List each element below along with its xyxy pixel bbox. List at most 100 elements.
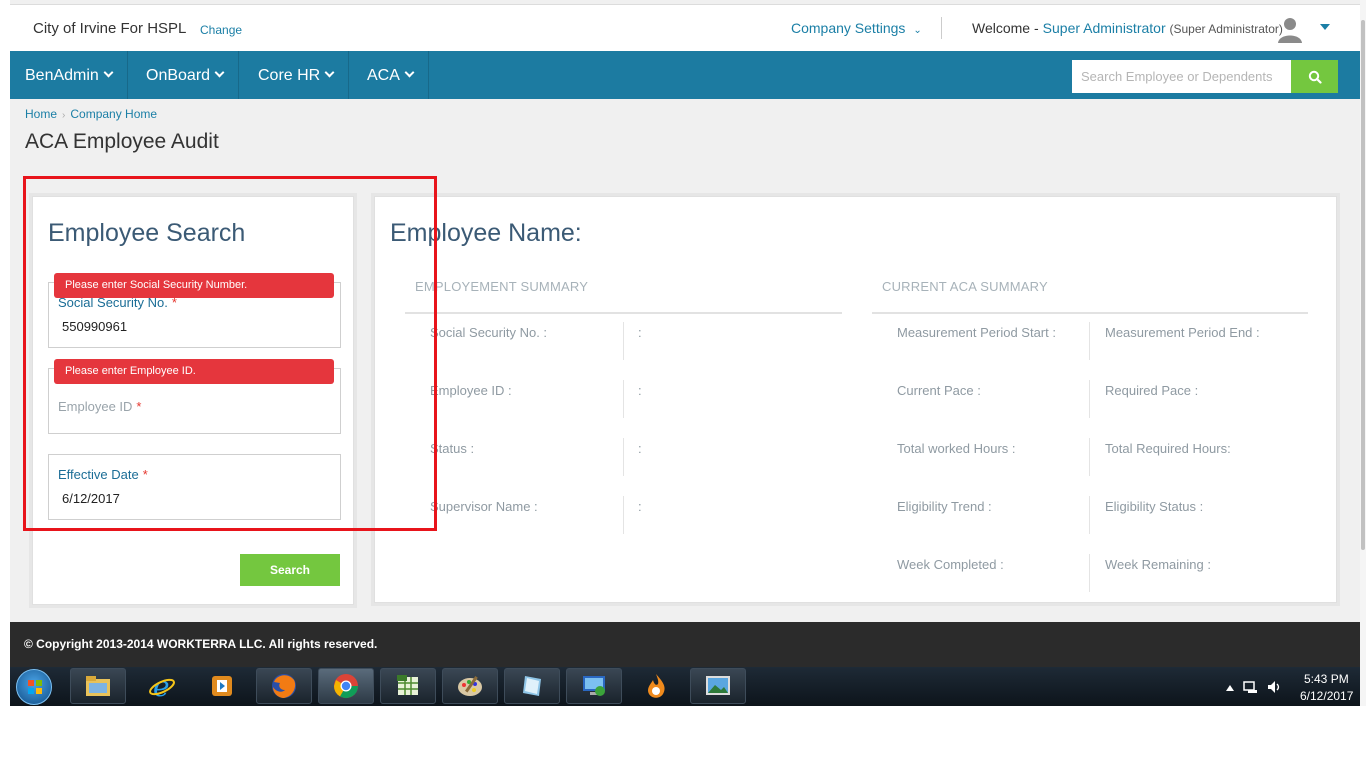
taskbar-photo-viewer[interactable] [690, 668, 746, 704]
firefox-icon [272, 674, 296, 698]
required-mark: * [142, 467, 148, 482]
top-header: City of Irvine For HSPL Change Company S… [10, 4, 1360, 51]
effective-date-field[interactable]: Effective Date * 6/12/2017 [48, 454, 341, 520]
chrome-icon [334, 674, 358, 699]
aca-eligibility-status-label: Eligibility Status : [1105, 499, 1204, 514]
employee-id-label-text: Employee ID [58, 399, 133, 414]
taskbar-spreadsheet[interactable] [380, 668, 436, 704]
scrollbar-thumb[interactable] [1361, 20, 1365, 550]
employee-search-input[interactable] [1072, 60, 1291, 93]
chevron-down-icon [324, 67, 335, 78]
aca-required-pace-label: Required Pace : [1105, 383, 1199, 398]
taskbar-file-explorer[interactable] [70, 668, 126, 704]
page-footer: © Copyright 2013-2014 WORKTERRA LLC. All… [10, 622, 1360, 668]
emp-ssn-label: Social Security No. : [430, 325, 548, 340]
user-menu-caret-icon[interactable] [1320, 24, 1330, 30]
effective-date-value[interactable]: 6/12/2017 [62, 491, 120, 506]
ssn-value[interactable]: 550990961 [62, 319, 127, 334]
nav-label: OnBoard [146, 67, 211, 84]
chevron-down-icon [214, 67, 225, 78]
remote-desktop-icon [583, 676, 605, 696]
aca-current-pace-label: Current Pace : [897, 383, 981, 398]
emp-ssn-value: : [638, 325, 642, 340]
taskbar-chrome[interactable] [318, 668, 374, 704]
divider [1089, 380, 1090, 418]
nav-aca[interactable]: ACA [352, 51, 429, 99]
breadcrumb-home[interactable]: Home [25, 107, 57, 121]
change-company-link[interactable]: Change [200, 23, 242, 37]
emp-id-value: : [638, 383, 642, 398]
taskbar-media-player[interactable] [194, 668, 250, 704]
employee-details-panel: Employee Name: EMPLOYEMENT SUMMARY CURRE… [374, 196, 1337, 603]
clock-time[interactable]: 5:43 PM [1304, 672, 1349, 686]
chevron-right-icon: › [62, 110, 66, 121]
chevron-down-icon [103, 67, 114, 78]
divider [1089, 322, 1090, 360]
copyright-text: © Copyright 2013-2014 WORKTERRA LLC. All… [24, 637, 378, 651]
global-search-button[interactable] [1291, 60, 1338, 93]
company-name: City of Irvine For HSPL [33, 20, 187, 37]
emp-supervisor-label: Supervisor Name : [430, 499, 538, 514]
nav-onboard[interactable]: OnBoard [131, 51, 240, 99]
blender-icon [648, 674, 665, 698]
taskbar-blender[interactable] [628, 668, 684, 704]
company-settings-menu[interactable]: Company Settings ⌄ [791, 20, 922, 36]
internet-explorer-icon: e [149, 671, 175, 701]
ssn-error-tooltip: Please enter Social Security Number. [54, 273, 334, 298]
divider [623, 322, 624, 360]
network-icon[interactable] [1243, 680, 1259, 694]
employee-name-title: Employee Name: [390, 219, 582, 247]
taskbar-internet-explorer[interactable]: e [134, 668, 190, 704]
file-explorer-icon [86, 676, 110, 696]
clock-date[interactable]: 6/12/2017 [1300, 689, 1353, 703]
paint-icon [458, 676, 482, 696]
divider [1089, 438, 1090, 476]
show-hidden-icons-icon[interactable] [1225, 684, 1235, 692]
search-icon [1308, 70, 1322, 84]
breadcrumb: Home › Company Home [25, 107, 157, 121]
employee-id-error-tooltip: Please enter Employee ID. [54, 359, 334, 384]
nav-core-hr[interactable]: Core HR [243, 51, 350, 99]
windows-taskbar: e 5:43 PM 6/12/2017 [10, 667, 1360, 706]
nav-benadmin[interactable]: BenAdmin [10, 51, 128, 99]
system-tray: 5:43 PM 6/12/2017 [1220, 667, 1360, 706]
header-divider [941, 17, 942, 39]
welcome-prefix: Welcome - [972, 20, 1039, 36]
taskbar-firefox[interactable] [256, 668, 312, 704]
notepad-icon [523, 676, 541, 696]
employee-search-panel: Employee Search Social Security No. * 550… [32, 196, 354, 605]
welcome-text: Welcome - Super Administrator (Super Admi… [972, 20, 1283, 36]
aca-week-completed-label: Week Completed : [897, 557, 1004, 572]
aca-eligibility-trend-label: Eligibility Trend : [897, 499, 992, 514]
taskbar-paint[interactable] [442, 668, 498, 704]
user-avatar-icon[interactable] [1276, 15, 1304, 43]
aca-period-start-label: Measurement Period Start : [897, 325, 1056, 340]
start-button[interactable] [16, 669, 52, 705]
divider [405, 312, 842, 314]
aca-worked-hours-label: Total worked Hours : [897, 441, 1016, 456]
divider [1089, 554, 1090, 592]
user-name-link[interactable]: Super Administrator [1043, 20, 1166, 36]
aca-required-hours-label: Total Required Hours: [1105, 441, 1231, 456]
aca-week-remaining-label: Week Remaining : [1105, 557, 1211, 572]
nav-label: BenAdmin [25, 67, 99, 84]
effective-date-label: Effective Date * [58, 467, 148, 482]
emp-status-value: : [638, 441, 642, 456]
nav-label: ACA [367, 67, 400, 84]
aca-period-end-label: Measurement Period End : [1105, 325, 1260, 340]
company-settings-label: Company Settings [791, 20, 906, 36]
volume-icon[interactable] [1267, 680, 1283, 694]
taskbar-remote-desktop[interactable] [566, 668, 622, 704]
employee-search-title: Employee Search [48, 219, 246, 247]
taskbar-notepad[interactable] [504, 668, 560, 704]
search-button[interactable]: Search [240, 554, 340, 586]
windows-logo-icon [28, 680, 42, 694]
app-window: City of Irvine For HSPL Change Company S… [10, 0, 1360, 706]
chevron-down-icon [404, 67, 415, 78]
breadcrumb-company-home[interactable]: Company Home [70, 107, 157, 121]
nav-label: Core HR [258, 67, 321, 84]
emp-id-label: Employee ID : [430, 383, 512, 398]
aca-summary-heading: CURRENT ACA SUMMARY [882, 279, 1048, 294]
divider [872, 312, 1308, 314]
employee-id-label: Employee ID * [58, 399, 141, 414]
